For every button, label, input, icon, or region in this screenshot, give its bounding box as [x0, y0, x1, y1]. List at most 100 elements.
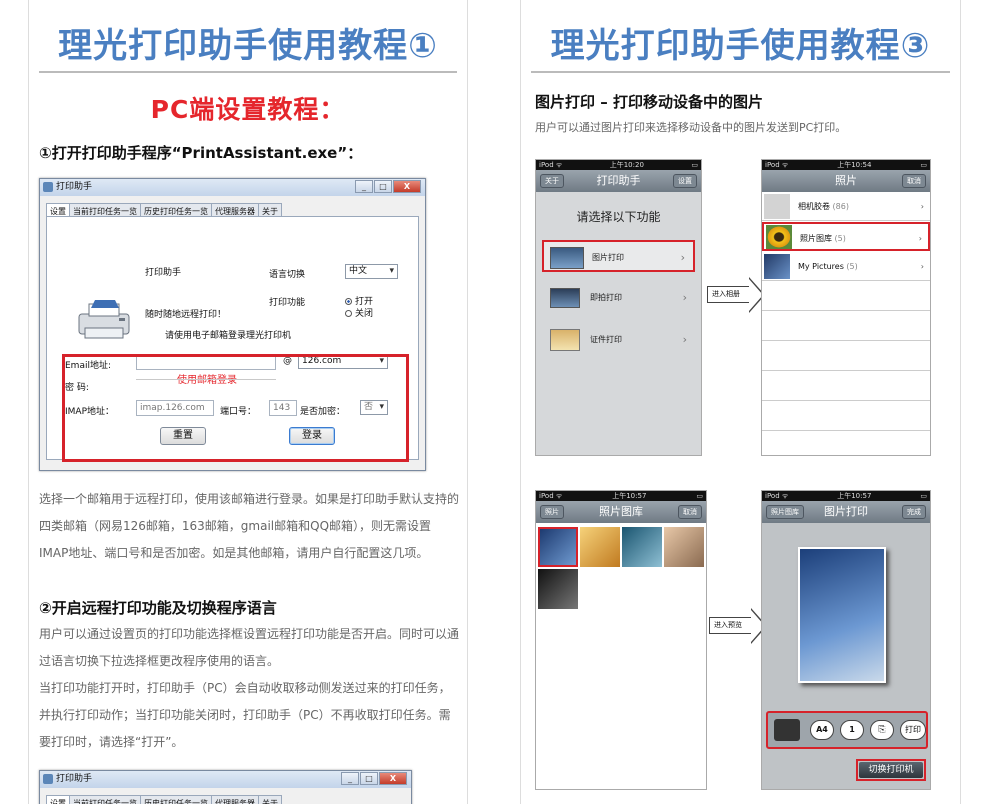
- login-hint: 请使用电子邮箱登录理光打印机: [165, 331, 292, 341]
- list-empty-row: [762, 312, 930, 341]
- phone-main-menu: iPod ᯤ 上午10:20 ▭ 关于 打印助手 设置 请选择以下功能 图片打印 › …: [535, 159, 702, 456]
- radio-off[interactable]: 关闭: [345, 306, 373, 319]
- battery-icon: ▭: [691, 161, 698, 169]
- app-icon-2: [43, 774, 53, 784]
- minimize-button[interactable]: _: [355, 180, 373, 193]
- menu-photo-print-label: 图片打印: [592, 253, 624, 262]
- copies-button[interactable]: 1: [840, 720, 864, 740]
- tab-history-jobs-2[interactable]: 历史打印任务一览: [140, 795, 212, 804]
- album-count: (5): [846, 262, 858, 271]
- tab-proxy-2[interactable]: 代理服务器: [211, 795, 259, 804]
- about-button[interactable]: 关于: [540, 174, 564, 188]
- album-name: 相机胶卷: [798, 202, 830, 211]
- menu-id-print[interactable]: 证件打印 ›: [542, 324, 695, 356]
- maximize-button[interactable]: □: [374, 180, 392, 193]
- orientation-icon[interactable]: ⎘: [870, 720, 894, 740]
- phone-photo-grid: iPod ᯤ 上午10:57 ▭ 照片 照片图库 取消: [535, 490, 707, 790]
- album-count: (5): [834, 234, 846, 243]
- arrow-enter-preview: 进入预览: [709, 608, 767, 644]
- list-empty-row: [762, 402, 930, 431]
- album-my-pictures[interactable]: My Pictures (5) ›: [762, 252, 930, 281]
- list-empty-row: [762, 372, 930, 401]
- settings-button[interactable]: 设置: [673, 174, 697, 188]
- photo-thumb[interactable]: [622, 527, 662, 567]
- battery-icon: ▭: [920, 161, 927, 169]
- status-bar-4: iPod ᯤ 上午10:57 ▭: [762, 491, 930, 501]
- album-name: My Pictures: [798, 262, 844, 271]
- panel-title-3: 理光打印助手使用教程③: [550, 26, 931, 66]
- photo-thumb[interactable]: [538, 569, 578, 609]
- title-divider-3: [531, 71, 950, 73]
- cancel-button-3[interactable]: 取消: [678, 505, 702, 519]
- tab-about-2[interactable]: 关于: [258, 795, 282, 804]
- tab-current-jobs-2[interactable]: 当前打印任务一览: [69, 795, 141, 804]
- status-time-3: 上午10:57: [612, 492, 647, 500]
- battery-icon: ▭: [696, 492, 703, 500]
- menu-id-print-label: 证件打印: [590, 335, 622, 344]
- photo-thumb[interactable]: [580, 527, 620, 567]
- menu-photo-print[interactable]: 图片打印 ›: [542, 240, 695, 272]
- language-select[interactable]: 中文: [345, 264, 398, 279]
- print-button[interactable]: 打印: [900, 720, 926, 740]
- arrow-enter-album: 进入相册: [707, 277, 765, 313]
- switch-printer-button[interactable]: 切换打印机: [859, 762, 923, 778]
- tutorial-page: 理光打印助手使用教程① PC端设置教程： ①打开打印助手程序“PrintAssi…: [0, 0, 990, 804]
- photo-print-desc: 用户可以通过图片打印来选择移动设备中的图片发送到PC打印。: [535, 121, 847, 134]
- paper-size-button[interactable]: A4: [810, 720, 834, 740]
- menu-camera-print[interactable]: 即拍打印 ›: [542, 282, 695, 314]
- album-thumb: [764, 194, 790, 219]
- back-button[interactable]: 照片: [540, 505, 564, 519]
- radio-off-label: 关闭: [355, 309, 374, 319]
- done-button[interactable]: 完成: [902, 505, 926, 519]
- step1-heading: ①打开打印助手程序“PrintAssistant.exe”：: [39, 144, 363, 162]
- window-controls: _ □ X: [355, 180, 421, 193]
- chevron-right-icon: ›: [920, 202, 924, 211]
- switch-printer-box: 切换打印机: [856, 759, 926, 781]
- para-print-function: 当打印功能打开时，打印助手（PC）会自动收取移动侧发送过来的打印任务，并执行打印…: [39, 681, 451, 749]
- print-assistant-window-2: 打印助手 _ □ X 设置 当前打印任务一览 历史打印任务一览 代理服务器 关于: [39, 770, 412, 804]
- chevron-right-icon: ›: [682, 333, 687, 346]
- slogan-label: 随时随地远程打印！: [145, 310, 227, 320]
- printer-icon[interactable]: [774, 719, 800, 741]
- cancel-button[interactable]: 取消: [902, 174, 926, 188]
- album-thumb: [766, 225, 792, 249]
- back-button-4[interactable]: 照片图库: [766, 505, 804, 519]
- para-settings: 用户可以通过设置页的打印功能选择框设置远程打印功能是否开启。同时可以通过语言切换…: [39, 627, 460, 668]
- print-assistant-window: 打印助手 _ □ X 设置 当前打印任务一览 历史打印任务一览 代理服务器 关于: [39, 178, 426, 471]
- maximize-button-2[interactable]: □: [360, 772, 378, 785]
- album-camera-roll[interactable]: 相机胶卷 (86) ›: [762, 192, 930, 221]
- status-device: iPod ᯤ: [539, 161, 563, 169]
- nav-bar: 关于 打印助手 设置: [536, 170, 701, 192]
- photo-print-icon: [550, 247, 584, 269]
- tutorial-panel-pc: 理光打印助手使用教程① PC端设置教程： ①打开打印助手程序“PrintAssi…: [28, 0, 468, 804]
- nav-title-3: 照片图库: [599, 505, 643, 518]
- window-title: 打印助手: [56, 182, 93, 192]
- status-time-2: 上午10:54: [837, 161, 872, 169]
- window-titlebar-2: 打印助手 _ □ X: [40, 771, 411, 788]
- minimize-button-2[interactable]: _: [341, 772, 359, 785]
- nav-bar-3: 照片 照片图库 取消: [536, 501, 706, 523]
- nav-bar-4: 照片图库 图片打印 完成: [762, 501, 930, 523]
- nav-title-2: 照片: [835, 174, 857, 187]
- chevron-right-icon: ›: [918, 234, 922, 243]
- app-name-label: 打印助手: [145, 268, 182, 278]
- menu-prompt: 请选择以下功能: [576, 210, 661, 224]
- panel-title: 理光打印助手使用教程①: [58, 26, 438, 66]
- print-toolbar: A4 1 ⎘ 打印: [766, 711, 928, 749]
- photo-thumb[interactable]: [664, 527, 704, 567]
- list-empty-row: [762, 342, 930, 371]
- status-bar: iPod ᯤ 上午10:20 ▭: [536, 160, 701, 170]
- para-mail-setup: 选择一个邮箱用于远程打印，使用该邮箱进行登录。如果是打印助手默认支持的四类邮箱（…: [39, 492, 460, 560]
- close-button[interactable]: X: [393, 180, 421, 193]
- window-title-2: 打印助手: [56, 774, 93, 784]
- status-bar-2: iPod ᯤ 上午10:54 ▭: [762, 160, 930, 170]
- status-time-4: 上午10:57: [837, 492, 872, 500]
- photo-thumb[interactable]: [538, 527, 578, 567]
- close-button-2[interactable]: X: [379, 772, 407, 785]
- list-empty-row: [762, 282, 930, 311]
- album-photo-library[interactable]: 照片图库 (5) ›: [762, 222, 930, 251]
- chevron-right-icon: ›: [680, 251, 685, 264]
- phone-album-list: iPod ᯤ 上午10:54 ▭ 照片 取消 相机胶卷 (86) › 照片图库 (5)…: [761, 159, 931, 456]
- arrow-label-2: 进入预览: [709, 617, 751, 634]
- tab-settings-2[interactable]: 设置: [46, 795, 70, 804]
